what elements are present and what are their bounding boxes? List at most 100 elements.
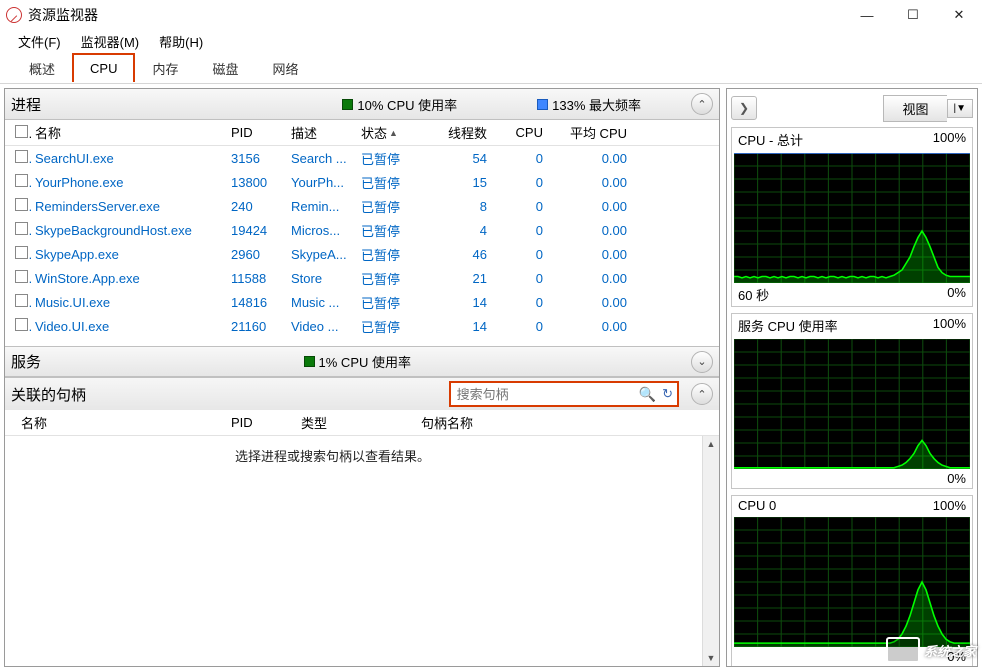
row-checkbox[interactable] xyxy=(15,294,28,307)
services-cpu-chip: 1% CPU 使用率 xyxy=(304,352,411,371)
handles-title: 关联的句柄 xyxy=(11,384,191,405)
max-freq-chip: 133% 最大频率 xyxy=(537,95,641,114)
services-header[interactable]: 服务 1% CPU 使用率 ⌄ xyxy=(5,346,719,377)
menu-bar: 文件(F) 监视器(M) 帮助(H) xyxy=(0,30,982,52)
tab-overview[interactable]: 概述 xyxy=(12,52,72,84)
graph-box: CPU - 总计100% 60 秒0% xyxy=(731,127,973,307)
table-row[interactable]: RemindersServer.exe 240 Remin... 已暂停 8 0… xyxy=(5,194,719,218)
close-button[interactable]: ✕ xyxy=(936,0,982,30)
cell-name: YourPhone.exe xyxy=(31,175,227,190)
table-row[interactable]: YourPhone.exe 13800 YourPh... 已暂停 15 0 0… xyxy=(5,170,719,194)
graph-canvas xyxy=(734,153,970,283)
hcol-hname[interactable]: 句柄名称 xyxy=(415,413,719,432)
tab-memory[interactable]: 内存 xyxy=(135,52,195,84)
row-checkbox[interactable] xyxy=(15,174,28,187)
maximize-button[interactable]: ☐ xyxy=(890,0,936,30)
scroll-up-icon[interactable]: ▲ xyxy=(707,436,716,452)
graph-min: 0% xyxy=(947,285,966,304)
cell-threads: 54 xyxy=(427,151,491,166)
tab-bar: 概述 CPU 内存 磁盘 网络 xyxy=(0,52,982,84)
cell-pid: 13800 xyxy=(227,175,287,190)
menu-file[interactable]: 文件(F) xyxy=(12,32,67,51)
col-pid[interactable]: PID xyxy=(227,125,287,140)
title-bar: 资源监视器 — ☐ ✕ xyxy=(0,0,982,30)
collapse-processes-button[interactable]: ⌃ xyxy=(691,93,713,115)
cell-status: 已暂停 xyxy=(357,149,427,168)
table-row[interactable]: Video.UI.exe 21160 Video ... 已暂停 14 0 0.… xyxy=(5,314,719,338)
watermark: 系统之家 xyxy=(886,637,976,663)
tab-cpu[interactable]: CPU xyxy=(72,53,135,82)
hcol-name[interactable]: 名称 xyxy=(15,413,225,432)
table-row[interactable]: SearchUI.exe 3156 Search ... 已暂停 54 0 0.… xyxy=(5,146,719,170)
house-icon xyxy=(886,637,920,663)
row-checkbox[interactable] xyxy=(15,150,28,163)
refresh-icon[interactable]: ↻ xyxy=(662,386,673,402)
row-checkbox[interactable] xyxy=(15,198,28,211)
process-rows[interactable]: SearchUI.exe 3156 Search ... 已暂停 54 0 0.… xyxy=(5,146,719,346)
cell-desc: Remin... xyxy=(287,199,357,214)
prev-graph-button[interactable]: ❯ xyxy=(731,96,757,120)
scroll-down-icon[interactable]: ▼ xyxy=(707,650,716,666)
cell-threads: 15 xyxy=(427,175,491,190)
cell-cpu: 0 xyxy=(491,223,547,238)
select-all-checkbox[interactable] xyxy=(15,125,28,138)
search-handles-box: 🔍 ↻ xyxy=(449,381,679,407)
hcol-type[interactable]: 类型 xyxy=(295,413,415,432)
process-column-headers: 名称 PID 描述 状态▲ 线程数 CPU 平均 CPU xyxy=(5,120,719,146)
col-name[interactable]: 名称 xyxy=(31,123,227,142)
graph-title: CPU - 总计 xyxy=(738,130,803,149)
col-status[interactable]: 状态▲ xyxy=(357,123,427,142)
view-button[interactable]: 视图 xyxy=(883,95,946,122)
cell-name: Music.UI.exe xyxy=(31,295,227,310)
cell-desc: YourPh... xyxy=(287,175,357,190)
table-row[interactable]: WinStore.App.exe 11588 Store 已暂停 21 0 0.… xyxy=(5,266,719,290)
cell-name: Video.UI.exe xyxy=(31,319,227,334)
hcol-pid[interactable]: PID xyxy=(225,415,295,430)
col-desc[interactable]: 描述 xyxy=(287,123,357,142)
col-threads[interactable]: 线程数 xyxy=(427,123,491,142)
view-dropdown-button[interactable]: |▼ xyxy=(947,99,974,118)
graph-max: 100% xyxy=(933,498,966,513)
col-avg[interactable]: 平均 CPU xyxy=(547,123,631,142)
tab-network[interactable]: 网络 xyxy=(256,52,316,84)
row-checkbox[interactable] xyxy=(15,222,28,235)
expand-services-button[interactable]: ⌄ xyxy=(691,351,713,373)
cell-avg: 0.00 xyxy=(547,223,631,238)
menu-help[interactable]: 帮助(H) xyxy=(153,32,209,51)
graph-max: 100% xyxy=(933,316,966,335)
table-row[interactable]: SkypeApp.exe 2960 SkypeA... 已暂停 46 0 0.0… xyxy=(5,242,719,266)
cell-status: 已暂停 xyxy=(357,173,427,192)
menu-monitor[interactable]: 监视器(M) xyxy=(75,32,146,51)
collapse-handles-button[interactable]: ⌃ xyxy=(691,383,713,405)
search-handles-input[interactable] xyxy=(457,387,633,402)
cell-desc: Store xyxy=(287,271,357,286)
cell-avg: 0.00 xyxy=(547,271,631,286)
cell-cpu: 0 xyxy=(491,175,547,190)
handles-scrollbar[interactable]: ▲▼ xyxy=(702,436,719,666)
cell-status: 已暂停 xyxy=(357,317,427,336)
tab-disk[interactable]: 磁盘 xyxy=(195,52,255,84)
cell-avg: 0.00 xyxy=(547,151,631,166)
cell-desc: Music ... xyxy=(287,295,357,310)
search-icon[interactable]: 🔍 xyxy=(639,386,656,403)
table-row[interactable]: Music.UI.exe 14816 Music ... 已暂停 14 0 0.… xyxy=(5,290,719,314)
sort-asc-icon: ▲ xyxy=(389,128,398,138)
minimize-button[interactable]: — xyxy=(844,0,890,30)
table-row[interactable]: SkypeBackgroundHost.exe 19424 Micros... … xyxy=(5,218,719,242)
cell-desc: Micros... xyxy=(287,223,357,238)
cell-status: 已暂停 xyxy=(357,245,427,264)
square-green-icon xyxy=(304,356,315,367)
row-checkbox[interactable] xyxy=(15,246,28,259)
cell-status: 已暂停 xyxy=(357,197,427,216)
cell-pid: 11588 xyxy=(227,271,287,286)
row-checkbox[interactable] xyxy=(15,270,28,283)
graph-max: 100% xyxy=(933,130,966,149)
cell-avg: 0.00 xyxy=(547,319,631,334)
cell-name: RemindersServer.exe xyxy=(31,199,227,214)
graph-canvas xyxy=(734,517,970,647)
app-icon xyxy=(6,7,22,23)
col-cpu[interactable]: CPU xyxy=(491,125,547,140)
cell-desc: Search ... xyxy=(287,151,357,166)
processes-header[interactable]: 进程 10% CPU 使用率 133% 最大频率 ⌃ xyxy=(5,89,719,120)
row-checkbox[interactable] xyxy=(15,318,28,331)
